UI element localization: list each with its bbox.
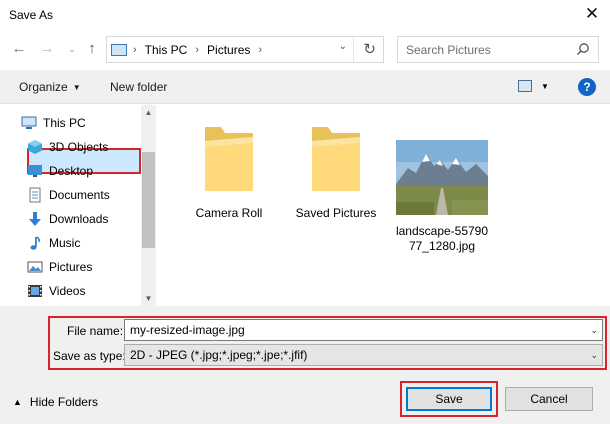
nav-item-desktop[interactable]: Desktop xyxy=(27,160,93,182)
scroll-down-icon[interactable]: ▼ xyxy=(141,294,156,303)
filename-value[interactable]: my-resized-image.jpg xyxy=(130,323,245,337)
this-pc-small-icon xyxy=(111,44,127,56)
nav-label: Documents xyxy=(49,188,110,202)
file-label-line1: landscape-55790 xyxy=(395,224,489,238)
nav-item-documents[interactable]: Documents xyxy=(27,184,110,206)
nav-label: Downloads xyxy=(49,212,109,226)
organize-dropdown-icon: ▼ xyxy=(72,83,81,92)
view-options-dropdown-icon[interactable]: ▼ xyxy=(541,82,549,91)
breadcrumb-separator[interactable]: › xyxy=(195,44,199,56)
folder-item[interactable]: Camera Roll xyxy=(179,117,279,221)
document-icon xyxy=(29,187,41,203)
cancel-button[interactable]: Cancel xyxy=(505,387,593,411)
save-type-label: Save as type: xyxy=(53,349,126,363)
chevron-up-icon: ▲ xyxy=(13,397,22,407)
new-folder-button[interactable]: New folder xyxy=(110,80,167,94)
file-list: Camera Roll Saved Pictures landscape-557… xyxy=(157,105,610,306)
hide-folders-toggle[interactable]: ▲ Hide Folders xyxy=(13,395,98,409)
organize-label: Organize xyxy=(19,80,68,94)
up-arrow-icon[interactable]: ↑ xyxy=(84,39,100,59)
organize-button[interactable]: Organize ▼ xyxy=(19,80,81,94)
filename-field[interactable]: my-resized-image.jpg ⌄ xyxy=(124,319,603,341)
picture-icon xyxy=(27,261,43,273)
back-arrow-icon[interactable]: ← xyxy=(11,39,27,59)
nav-item-this-pc[interactable]: This PC xyxy=(21,112,86,134)
folder-icon xyxy=(205,127,253,191)
command-bar: Organize ▼ New folder ▼ xyxy=(0,70,610,104)
file-label: Saved Pictures xyxy=(295,206,377,220)
scroll-thumb[interactable] xyxy=(142,152,155,248)
desktop-icon xyxy=(28,165,42,177)
address-dropdown-chevron-icon[interactable]: ⌄ xyxy=(339,41,347,52)
hide-folders-label: Hide Folders xyxy=(29,395,98,409)
folder-item[interactable]: Saved Pictures xyxy=(286,117,386,221)
nav-label: Pictures xyxy=(49,260,93,274)
search-box[interactable]: Search Pictures xyxy=(397,36,599,63)
save-button[interactable]: Save xyxy=(406,387,492,411)
download-arrow-icon xyxy=(29,212,41,226)
save-type-dropdown-chevron-icon[interactable]: ⌄ xyxy=(590,350,598,361)
nav-label: Music xyxy=(49,236,81,250)
nav-item-videos[interactable]: Videos xyxy=(27,280,85,302)
file-label: Camera Roll xyxy=(195,206,263,220)
nav-scrollbar[interactable]: ▲ ▼ xyxy=(141,105,156,306)
breadcrumb-this-pc[interactable]: This PC xyxy=(145,43,188,57)
cube-icon xyxy=(28,140,42,154)
save-type-value: 2D - JPEG (*.jpg;*.jpeg;*.jpe;*.jfif) xyxy=(130,348,308,362)
video-icon xyxy=(28,285,42,297)
refresh-icon[interactable]: ↻ xyxy=(363,40,376,58)
pc-icon xyxy=(21,116,37,129)
help-icon[interactable]: ? xyxy=(578,78,596,96)
landscape-thumbnail xyxy=(396,140,488,215)
window-title: Save As xyxy=(9,8,54,22)
filename-label: File name: xyxy=(67,324,124,338)
breadcrumb-pictures[interactable]: Pictures xyxy=(207,43,250,57)
filename-dropdown-chevron-icon[interactable]: ⌄ xyxy=(590,325,598,336)
view-options-icon[interactable] xyxy=(518,80,532,92)
recent-locations-chevron-icon[interactable]: ⌄ xyxy=(64,39,80,59)
nav-item-downloads[interactable]: Downloads xyxy=(27,208,108,230)
image-file-item[interactable]: landscape-55790 77_1280.jpg xyxy=(392,140,492,254)
nav-label: This PC xyxy=(43,116,86,130)
nav-label: Desktop xyxy=(49,164,94,178)
nav-item-pictures[interactable]: Pictures xyxy=(27,256,92,278)
title-bar: Save As ✕ xyxy=(0,0,610,30)
file-label-line2: 77_1280.jpg xyxy=(408,239,476,253)
nav-item-music[interactable]: Music xyxy=(27,232,80,254)
breadcrumb-separator[interactable]: › xyxy=(133,44,137,56)
search-input[interactable]: Search Pictures xyxy=(406,43,491,57)
forward-arrow-icon[interactable]: → xyxy=(39,39,55,59)
address-divider xyxy=(353,37,354,62)
folder-icon xyxy=(312,127,360,191)
scroll-up-icon[interactable]: ▲ xyxy=(141,108,156,117)
breadcrumb-separator[interactable]: › xyxy=(258,44,262,56)
nav-label: Videos xyxy=(49,284,86,298)
address-bar[interactable]: › This PC › Pictures › ⌄ ↻ xyxy=(106,36,384,63)
save-type-select[interactable]: 2D - JPEG (*.jpg;*.jpeg;*.jpe;*.jfif) ⌄ xyxy=(124,344,603,366)
nav-item-3d-objects[interactable]: 3D Objects xyxy=(27,136,108,158)
search-icon[interactable] xyxy=(576,42,590,56)
music-note-icon xyxy=(30,236,41,250)
nav-label: 3D Objects xyxy=(49,140,109,154)
close-icon[interactable]: ✕ xyxy=(582,4,602,24)
